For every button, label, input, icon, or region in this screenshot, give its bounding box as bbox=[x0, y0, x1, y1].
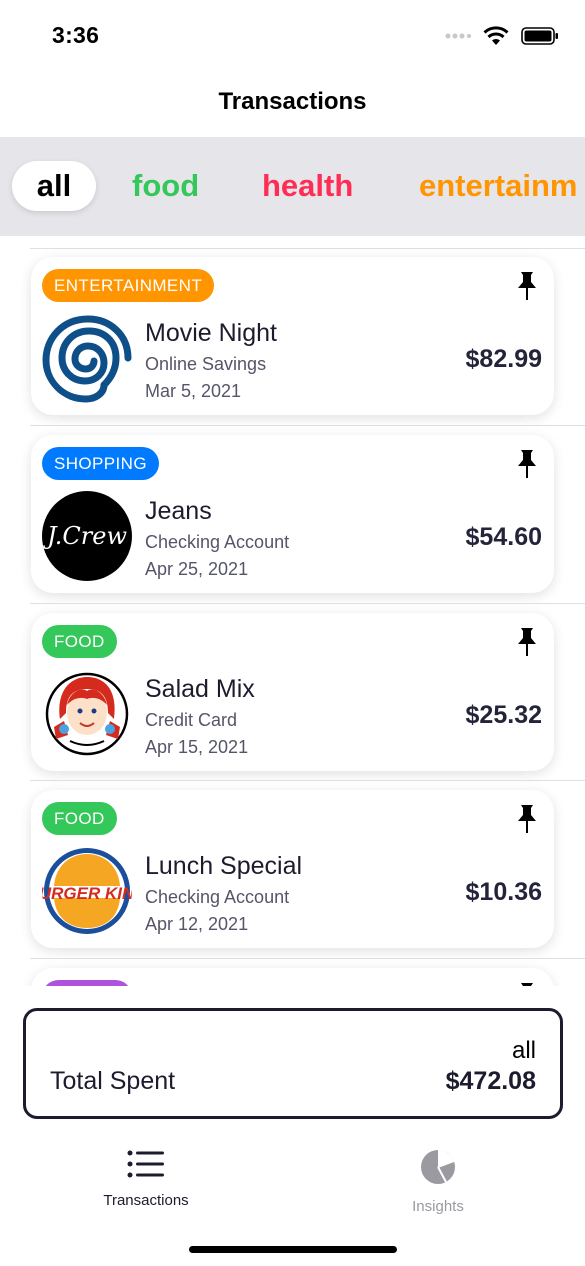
transaction-amount: $10.36 bbox=[465, 878, 542, 906]
pin-icon[interactable] bbox=[516, 627, 538, 657]
transaction-amount: $82.99 bbox=[465, 345, 542, 373]
transaction-name: Movie Night bbox=[145, 319, 277, 347]
total-spent-amount: $472.08 bbox=[445, 1067, 536, 1095]
row-separator bbox=[30, 780, 585, 781]
wifi-icon bbox=[483, 26, 509, 45]
transaction-date: Apr 12, 2021 bbox=[145, 914, 249, 934]
filter-chip-entertainment[interactable]: entertainm bbox=[419, 161, 577, 211]
transaction-account: Checking Account bbox=[145, 532, 290, 552]
pin-icon[interactable] bbox=[516, 449, 538, 479]
transaction-list[interactable]: ENTERTAINMENT Movie Night Online Savings… bbox=[0, 236, 585, 986]
total-spent-label: Total Spent bbox=[50, 1067, 176, 1095]
transaction-account: Online Savings bbox=[145, 354, 267, 374]
transaction-date: Apr 25, 2021 bbox=[145, 559, 249, 579]
category-badge: FOOD bbox=[42, 802, 117, 835]
tab-label: Transactions bbox=[103, 1192, 189, 1209]
jcrew-logo-icon: J.Crew bbox=[42, 491, 132, 581]
row-separator bbox=[30, 958, 585, 959]
wendys-logo-icon bbox=[42, 669, 132, 759]
pin-icon[interactable] bbox=[516, 804, 538, 834]
filter-chip-health[interactable]: health bbox=[262, 161, 353, 211]
tab-label: Insights bbox=[412, 1198, 464, 1215]
row-separator bbox=[30, 248, 585, 249]
transaction-card[interactable]: ENTERTAINMENT Movie Night Online Savings… bbox=[31, 257, 554, 415]
jcrew-logo-text: J.Crew bbox=[47, 522, 127, 550]
category-badge: ENTERTAINMENT bbox=[42, 269, 215, 302]
category-badge: SHOPPING bbox=[42, 447, 159, 480]
category-badge bbox=[42, 980, 132, 986]
burger-king-logo-text: BURGER KING bbox=[42, 884, 132, 903]
transaction-name: Jeans bbox=[145, 497, 212, 525]
transaction-account: Credit Card bbox=[145, 710, 238, 730]
pin-icon[interactable] bbox=[516, 271, 538, 301]
pie-chart-icon bbox=[421, 1149, 455, 1184]
tab-transactions[interactable]: Transactions bbox=[66, 1149, 226, 1209]
transaction-card[interactable]: SHOPPING J.Crew Jeans Checking Account A… bbox=[31, 435, 554, 593]
row-separator bbox=[30, 425, 585, 426]
time-warner-swirl-icon bbox=[42, 313, 132, 403]
transaction-card[interactable] bbox=[31, 968, 554, 986]
transaction-date: Mar 5, 2021 bbox=[145, 381, 242, 401]
home-indicator bbox=[189, 1246, 397, 1253]
signal-icon bbox=[445, 33, 471, 39]
transaction-card[interactable]: FOOD BURGER KING Lunch Special Checking … bbox=[31, 790, 554, 948]
category-filter-bar: all food health entertainm bbox=[0, 137, 585, 236]
filter-chip-food[interactable]: food bbox=[132, 161, 199, 211]
transaction-account: Checking Account bbox=[145, 887, 290, 907]
status-icons bbox=[445, 26, 559, 46]
pin-icon[interactable] bbox=[516, 982, 538, 986]
category-badge: FOOD bbox=[42, 625, 117, 658]
transaction-name: Salad Mix bbox=[145, 675, 255, 703]
transaction-date: Apr 15, 2021 bbox=[145, 737, 249, 757]
battery-icon bbox=[521, 27, 558, 45]
list-icon bbox=[127, 1150, 164, 1178]
transaction-name: Lunch Special bbox=[145, 852, 303, 880]
page-title: Transactions bbox=[218, 88, 367, 115]
row-separator bbox=[30, 603, 585, 604]
transaction-amount: $25.32 bbox=[465, 701, 542, 729]
tab-insights[interactable]: Insights bbox=[358, 1149, 518, 1215]
transaction-card[interactable]: FOOD Salad Mix Credit Card Apr 15, 2021 … bbox=[31, 613, 554, 771]
status-time: 3:36 bbox=[52, 22, 100, 48]
burger-king-logo-icon: BURGER KING bbox=[42, 846, 132, 936]
total-spent-summary: all Total Spent $472.08 bbox=[23, 1008, 563, 1119]
summary-filter: all bbox=[511, 1037, 536, 1064]
status-bar: 3:36 bbox=[0, 0, 585, 75]
filter-chip-all[interactable]: all bbox=[12, 161, 96, 211]
transaction-amount: $54.60 bbox=[465, 523, 542, 551]
